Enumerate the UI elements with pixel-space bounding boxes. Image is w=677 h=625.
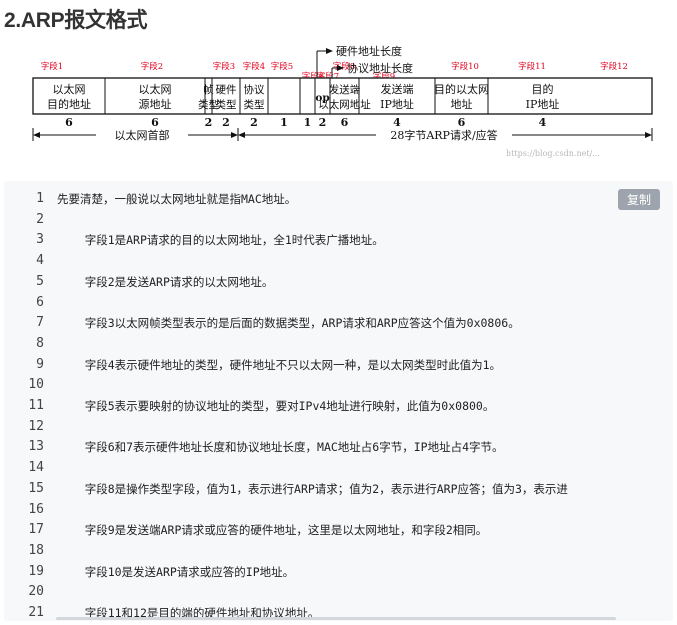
section-heading: 2.ARP报文格式 [4,9,148,32]
line-number: 18 [28,542,44,558]
field-8-size: 2 [319,116,327,129]
field-9-label-1: 发送端 [329,83,361,96]
code-line: 字段10是发送ARP请求或应答的IP地址。 [57,564,295,579]
field-7-size: 1 [304,116,312,129]
line-number: 8 [36,335,44,351]
arp-body-label: 28字节ARP请求/应答 [390,128,497,142]
field-9-size: 6 [341,116,349,129]
code-line: 字段1是ARP请求的目的以太网地址，全1时代表广播地址。 [57,233,384,248]
copy-button[interactable]: 复制 [618,189,660,210]
field-5-label-1: 协议 [244,83,265,96]
eth-header-label: 以太网首部 [115,128,170,142]
field-10-size: 4 [393,116,401,129]
field-2-size: 6 [151,116,159,129]
field-12-label-1: 目的 [532,82,554,96]
code-line: 字段8是操作类型字段，值为1，表示进行ARP请求；值为2，表示进行ARP应答；值… [57,481,568,496]
line-number: 21 [28,605,44,620]
field-5-size: 2 [250,116,258,129]
field-3-size: 2 [205,116,213,129]
field-1-label-1: 以太网 [53,83,86,96]
field-11-label-1: 目的以太网 [434,82,489,96]
line-number: 2 [36,211,44,227]
line-number: 7 [36,315,44,331]
code-line: 字段2是发送ARP请求的以太网地址。 [57,274,274,289]
line-number: 11 [28,398,44,413]
line-number: 20 [28,584,44,600]
field-11-size: 6 [458,116,466,129]
line-number: 15 [28,480,44,496]
watermark: https://blog.csdn.net/... [506,149,600,158]
horizontal-scrollbar[interactable] [56,617,616,620]
line-number: 19 [28,563,44,579]
field-4-tag: 字段4 [243,61,265,72]
line-number-gutter: 1 2 3 4 5 6 7 8 9 10 11 12 13 14 15 16 17 18 19 20 21 [4,181,46,621]
code-line: 字段3以太网帧类型表示的是后面的数据类型，ARP请求和ARP应答这个值为0x08… [57,316,520,331]
field-5-label-2: 类型 [244,98,265,111]
field-11-tag: 字段11 [518,61,546,72]
line-number: 17 [28,522,44,538]
code-line: 字段6和7表示硬件地址长度和协议地址长度，MAC地址占6字节，IP地址占4字节。 [57,440,504,455]
field-3-tag: 字段3 [213,61,235,72]
line-number: 4 [36,253,44,269]
line-number: 5 [36,273,44,289]
field-2-label-2: 源地址 [139,97,172,111]
line-number: 10 [28,377,44,393]
span-brackets: 以太网首部 28字节ARP请求/应答 [32,128,653,142]
field-1-label-2: 目的地址 [47,97,91,111]
code-line: 字段5表示要映射的协议地址的类型，要对IPv4地址进行映射，此值为0x0800。 [57,399,495,413]
field-5-tag: 字段5 [271,61,293,72]
field-10-label-1: 发送端 [381,82,414,96]
field-12-tag: 字段12 [600,61,628,72]
field-1-size: 6 [65,116,73,129]
field-2-label-1: 以太网 [139,83,172,96]
code-block: 1 2 3 4 5 6 7 8 9 10 11 12 13 14 15 16 17 18 19 20 21 先要清楚，一… [4,181,673,621]
field-4-size: 2 [222,116,230,129]
field-10-label-2: IP地址 [380,97,414,111]
arp-packet-diagram: 字段1 字段2 字段3 字段4 字段5 字段6 字段7 字段8 字段9 字段10 字段11 字段12 … [0,38,677,178]
field-12-size: 4 [539,116,547,129]
code-line: 先要清楚，一般说以太网地址就是指MAC地址。 [57,192,297,206]
hw-len-label: 硬件地址长度 [336,44,402,58]
line-number: 9 [36,356,44,372]
field-4-label-2: 类型 [216,98,237,111]
line-number: 13 [28,439,44,455]
field-6-size: 1 [280,116,288,129]
code-line: 字段9是发送端ARP请求或应答的硬件地址，这里是以太网地址，和字段2相同。 [57,523,488,538]
field-1-tag: 字段1 [41,61,63,72]
proto-len-label: 协议地址长度 [347,61,413,75]
line-number: 12 [28,418,44,434]
line-number: 6 [36,294,44,310]
line-number: 14 [28,460,44,476]
field-11-label-2: 地址 [451,97,473,111]
line-number: 1 [36,191,44,206]
code-line: 字段4表示硬件地址的类型，硬件地址不只以太网一种，是以太网类型时此值为1。 [57,357,502,372]
field-4-label-1: 硬件 [216,84,237,96]
field-2-tag: 字段2 [141,61,163,72]
field-10-tag: 字段10 [451,61,479,72]
field-9-label-2: 以太网地址 [318,98,371,111]
field-3-label-1: 帧 [203,83,214,96]
field-12-label-2: IP地址 [526,97,560,111]
line-number: 3 [36,232,44,248]
line-number: 16 [28,501,44,517]
